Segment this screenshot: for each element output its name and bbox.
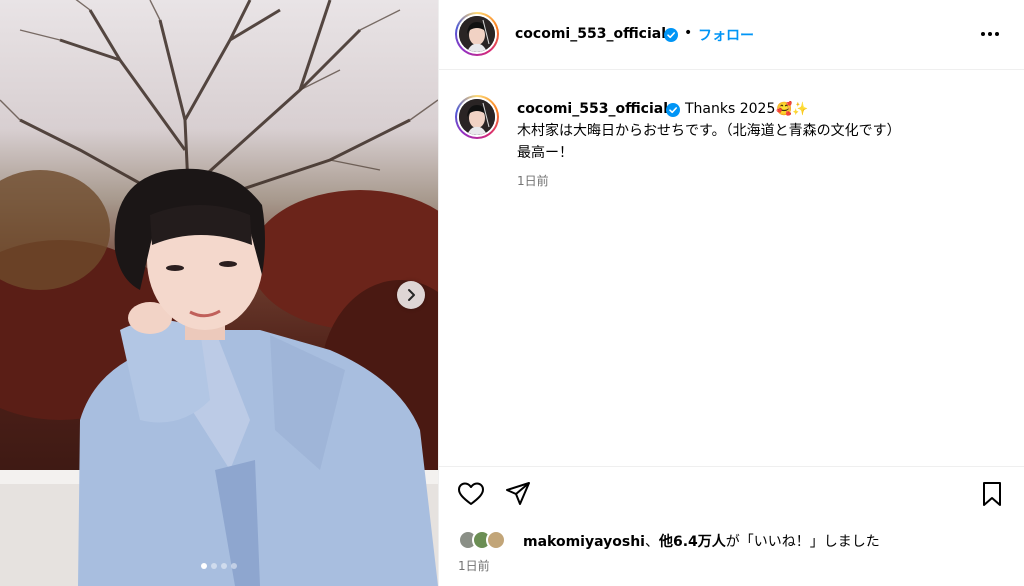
caption-timestamp[interactable]: 1日前	[517, 172, 549, 189]
header-username[interactable]: cocomi_553_official	[515, 26, 666, 42]
liker-avatars[interactable]	[458, 528, 506, 552]
header-bullet: •	[684, 25, 693, 41]
instagram-post-modal: cocomi_553_official • フォロー cocomi_553_of…	[0, 0, 1024, 586]
caption-line-2: 木村家は大晦日からおせちです。（北海道と青森の文化です）	[517, 123, 901, 139]
likes-count[interactable]: 他6.4万人	[659, 534, 726, 550]
avatar-photo	[459, 99, 495, 135]
likes-suffix: が「いいね！」しました	[725, 534, 880, 550]
verified-badge-icon	[664, 28, 678, 42]
verified-badge-icon	[666, 103, 680, 117]
heart-icon[interactable]	[457, 480, 485, 508]
caption-avatar[interactable]	[455, 95, 499, 139]
carousel-dot	[221, 563, 227, 569]
liker-username[interactable]: makomiyayoshi	[523, 534, 645, 550]
more-options-icon[interactable]	[980, 26, 1000, 42]
likes-separator: 、	[644, 534, 659, 550]
carousel-dot	[211, 563, 217, 569]
carousel-next-button[interactable]	[397, 281, 425, 309]
caption-username[interactable]: cocomi_553_official	[517, 101, 668, 117]
post-timestamp[interactable]: 1日前	[458, 557, 490, 574]
caption-emoji: 🥰✨	[776, 102, 809, 117]
header-avatar[interactable]	[455, 12, 499, 56]
bookmark-icon[interactable]	[978, 480, 1006, 508]
chevron-right-icon	[408, 289, 415, 301]
carousel-dot	[201, 563, 207, 569]
carousel-dot	[231, 563, 237, 569]
caption-lead: Thanks 2025	[685, 101, 776, 117]
post-photo[interactable]	[0, 0, 438, 586]
liker-avatar	[486, 530, 506, 550]
follow-button[interactable]: フォロー	[698, 25, 754, 45]
carousel-indicator	[0, 563, 438, 569]
paper-plane-icon[interactable]	[504, 480, 532, 508]
likes-summary[interactable]: makomiyayoshi、他6.4万人が「いいね！」しました	[523, 531, 880, 551]
photo-illustration	[0, 0, 438, 586]
caption-line-3: 最高ー！	[517, 145, 573, 161]
avatar-photo	[459, 16, 495, 52]
